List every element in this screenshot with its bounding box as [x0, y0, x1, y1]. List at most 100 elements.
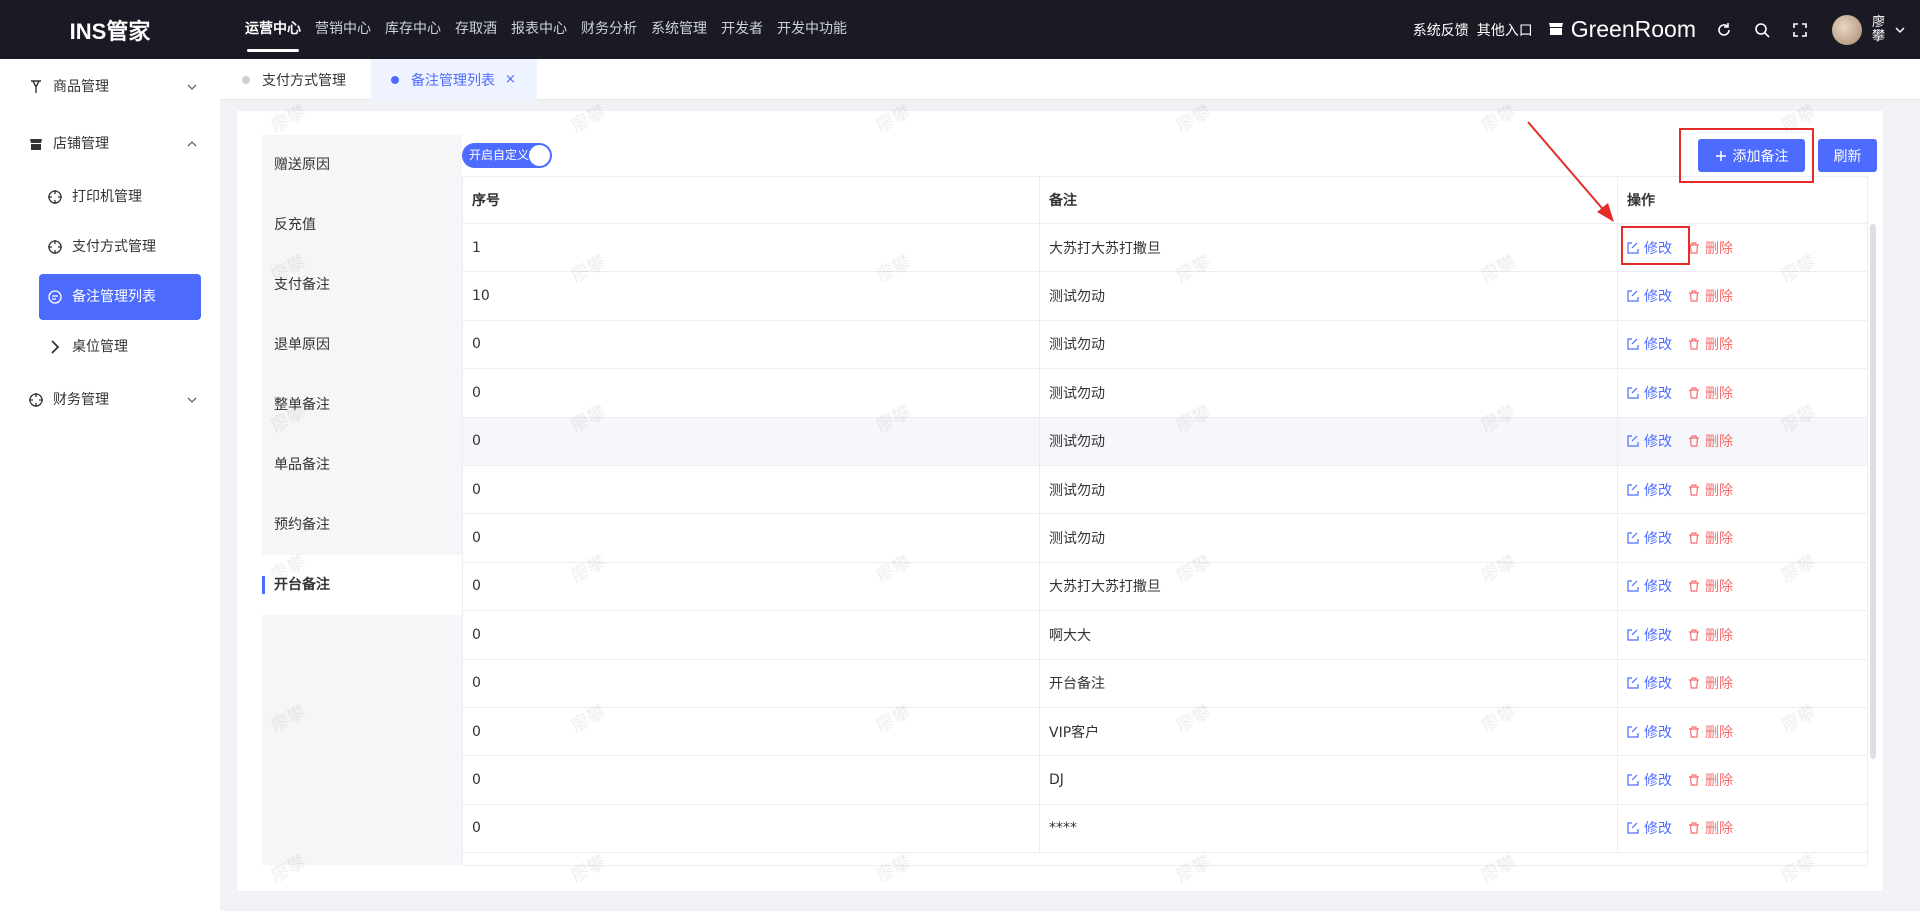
refresh-button[interactable]: 刷新 — [1818, 139, 1877, 172]
fullscreen-icon[interactable] — [1790, 20, 1810, 40]
delete-label: 删除 — [1705, 724, 1733, 741]
delete-button[interactable]: 删除 — [1688, 770, 1733, 790]
sidebar-item-tables[interactable]: 桌位管理 — [39, 324, 201, 370]
chevron-up-icon — [186, 138, 198, 150]
delete-button[interactable]: 删除 — [1688, 625, 1733, 645]
sidebar-item-printers[interactable]: 打印机管理 — [39, 174, 201, 220]
edit-button[interactable]: 修改 — [1627, 722, 1672, 742]
feedback-link[interactable]: 系统反馈 — [1413, 20, 1469, 40]
top-nav-inventory[interactable]: 库存中心 — [385, 0, 441, 59]
category-item-note[interactable]: 单品备注 — [262, 435, 462, 495]
category-gift-reason[interactable]: 赠送原因 — [262, 135, 462, 195]
edit-label: 修改 — [1644, 289, 1672, 306]
category-table-open-note[interactable]: 开台备注 — [262, 555, 462, 615]
category-order-note[interactable]: 整单备注 — [262, 375, 462, 435]
category-refund-reason[interactable]: 退单原因 — [262, 315, 462, 375]
tab-label: 支付方式管理 — [262, 72, 346, 89]
edit-button[interactable]: 修改 — [1627, 286, 1672, 306]
top-nav-marketing[interactable]: 营销中心 — [315, 0, 371, 59]
header-actions: 操作 — [1627, 193, 1655, 209]
trash-icon — [1689, 677, 1699, 689]
tab-dot — [242, 75, 250, 84]
cell-actions: 修改 删除 — [1618, 660, 1867, 707]
chevron-down-icon[interactable] — [1894, 24, 1906, 36]
edit-button[interactable]: 修改 — [1627, 431, 1672, 451]
edit-button[interactable]: 修改 — [1627, 334, 1672, 354]
edit-button[interactable]: 修改 — [1627, 480, 1672, 500]
top-nav-system[interactable]: 系统管理 — [651, 0, 707, 59]
cell-seq: 0 — [463, 514, 1040, 562]
top-nav-in-development[interactable]: 开发中功能 — [777, 0, 847, 59]
delete-button[interactable]: 删除 — [1688, 334, 1733, 354]
sidebar-item-payment-methods[interactable]: 支付方式管理 — [39, 224, 201, 270]
cell-seq: 1 — [463, 224, 1040, 272]
edit-icon — [1627, 435, 1639, 447]
edit-button[interactable]: 修改 — [1627, 818, 1672, 838]
trash-icon — [1689, 338, 1699, 351]
table-scrollbar[interactable] — [1870, 224, 1876, 759]
table-row: 0 **** 修改 删除 — [463, 804, 1867, 854]
avatar[interactable] — [1832, 14, 1862, 45]
top-nav-operations[interactable]: 运营中心 — [245, 0, 301, 59]
top-nav-reports[interactable]: 报表中心 — [511, 0, 567, 59]
delete-button[interactable]: 删除 — [1688, 722, 1733, 742]
annotation-highlight-edit — [1621, 226, 1690, 265]
top-nav-wine-storage[interactable]: 存取酒 — [455, 0, 497, 59]
category-reservation-note[interactable]: 预约备注 — [262, 495, 462, 555]
cell-note: 大苏打大苏打撒旦 — [1040, 562, 1618, 611]
finance-icon — [27, 391, 45, 409]
category-reverse-recharge[interactable]: 反充值 — [262, 195, 462, 255]
delete-button[interactable]: 删除 — [1688, 818, 1733, 838]
trash-icon — [1689, 484, 1699, 496]
table-row: 0 DJ 修改 删除 — [463, 756, 1867, 805]
edit-label: 修改 — [1644, 773, 1672, 790]
tab-notes-list[interactable]: 备注管理列表 × — [371, 59, 537, 100]
category-payment-note[interactable]: 支付备注 — [262, 255, 462, 315]
top-right-area: 系统反馈 其他入口 GreenRoom 廖攀 — [1413, 0, 1920, 59]
app-logo[interactable]: INS管家 — [0, 0, 220, 59]
delete-button[interactable]: 删除 — [1688, 431, 1733, 451]
delete-button[interactable]: 删除 — [1688, 576, 1733, 596]
delete-button[interactable]: 删除 — [1688, 528, 1733, 548]
edit-button[interactable]: 修改 — [1627, 770, 1672, 790]
cell-actions: 修改 删除 — [1618, 418, 1867, 465]
sidebar-group-label: 财务管理 — [53, 392, 109, 408]
top-nav-finance[interactable]: 财务分析 — [581, 0, 637, 59]
sidebar-item-label: 打印机管理 — [72, 189, 142, 205]
delete-label: 删除 — [1705, 579, 1733, 596]
sidebar-group-finance[interactable]: 财务管理 — [0, 372, 220, 428]
delete-button[interactable]: 删除 — [1688, 480, 1733, 500]
edit-button[interactable]: 修改 — [1627, 625, 1672, 645]
edit-button[interactable]: 修改 — [1627, 576, 1672, 596]
top-nav-developer[interactable]: 开发者 — [721, 0, 763, 59]
comment-icon — [47, 289, 63, 305]
edit-button[interactable]: 修改 — [1627, 528, 1672, 548]
cell-note: 开台备注 — [1040, 659, 1618, 707]
cell-actions: 修改 删除 — [1618, 756, 1867, 803]
edit-label: 修改 — [1644, 337, 1672, 354]
sidebar-group-products[interactable]: 商品管理 — [0, 59, 220, 115]
table-row: 10 测试勿动 修改 删除 — [463, 272, 1867, 321]
username[interactable]: 廖攀 — [1872, 15, 1888, 44]
delete-label: 删除 — [1705, 627, 1733, 644]
search-icon[interactable] — [1752, 20, 1772, 40]
store-switcher[interactable]: GreenRoom — [1547, 16, 1696, 43]
delete-button[interactable]: 删除 — [1688, 238, 1733, 258]
edit-icon — [1627, 338, 1639, 351]
sidebar-group-store[interactable]: 店铺管理 — [0, 116, 220, 172]
tab-payment-methods[interactable]: 支付方式管理 — [238, 59, 364, 100]
custom-toggle[interactable]: 开启自定义 — [462, 143, 552, 168]
delete-button[interactable]: 删除 — [1688, 673, 1733, 693]
edit-button[interactable]: 修改 — [1627, 673, 1672, 693]
sidebar-item-notes-list[interactable]: 备注管理列表 — [39, 274, 201, 320]
refresh-icon[interactable] — [1714, 20, 1734, 40]
table-row: 0 大苏打大苏打撒旦 修改 删除 — [463, 562, 1867, 612]
close-icon[interactable]: × — [505, 72, 516, 87]
cell-note: 测试勿动 — [1040, 369, 1618, 417]
delete-button[interactable]: 删除 — [1688, 286, 1733, 306]
edit-button[interactable]: 修改 — [1627, 383, 1672, 403]
edit-icon — [1627, 726, 1639, 738]
other-entry-link[interactable]: 其他入口 — [1477, 20, 1533, 40]
delete-button[interactable]: 删除 — [1688, 383, 1733, 403]
sidebar-item-label: 备注管理列表 — [72, 289, 156, 305]
